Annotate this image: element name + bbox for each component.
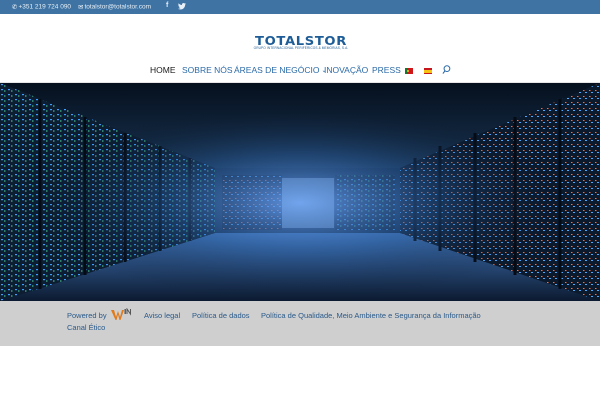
powered-by-label: Powered by bbox=[67, 311, 107, 320]
facebook-icon[interactable]: f bbox=[166, 2, 168, 9]
nav-areas-label: ÁREAS DE NEGÓCIO bbox=[234, 65, 320, 75]
top-bar: ✆+351 219 724 090 ✉totalstor@totalstor.c… bbox=[0, 0, 600, 14]
data-center-illustration bbox=[0, 83, 600, 301]
footer-link-politica-de-qualidade[interactable]: Política de Qualidade, Meio Ambiente e S… bbox=[261, 311, 481, 320]
nav-press[interactable]: PRESS bbox=[372, 65, 401, 75]
search-icon[interactable] bbox=[442, 65, 451, 75]
logo-subtitle: GRUPO INTERNACIONAL PERIFÉRICOS & MEMÓRI… bbox=[253, 46, 349, 50]
win-logo-icon[interactable] bbox=[111, 308, 133, 321]
footer-link-politica-de-dados[interactable]: Política de dados bbox=[192, 311, 250, 320]
footer-link-canal-etico[interactable]: Canal Ético bbox=[67, 323, 105, 332]
envelope-icon: ✉ bbox=[78, 4, 84, 11]
nav-home[interactable]: HOME bbox=[150, 65, 176, 75]
nav-areas-de-negocio[interactable]: ÁREAS DE NEGÓCIO ⌄ bbox=[234, 65, 327, 75]
nav-press-label: PRESS bbox=[372, 65, 401, 75]
portugal-flag-icon[interactable] bbox=[405, 68, 413, 74]
hero-image bbox=[0, 83, 600, 301]
spain-flag-icon[interactable] bbox=[424, 68, 432, 74]
phone-number[interactable]: ✆+351 219 724 090 bbox=[12, 3, 71, 11]
nav-inovacao[interactable]: INOVAÇÃO bbox=[324, 65, 368, 75]
nav-home-label: HOME bbox=[150, 65, 176, 75]
nav-inovacao-label: INOVAÇÃO bbox=[324, 65, 369, 75]
email-text: totalstor@totalstor.com bbox=[84, 3, 152, 11]
nav-sobre-nos[interactable]: SOBRE NÓS bbox=[182, 65, 233, 75]
phone-text: +351 219 724 090 bbox=[18, 3, 72, 11]
footer-link-aviso-legal[interactable]: Aviso legal bbox=[144, 311, 180, 320]
email-address[interactable]: ✉totalstor@totalstor.com bbox=[78, 3, 151, 11]
phone-icon: ✆ bbox=[12, 4, 18, 11]
totalstor-logo[interactable]: TOTALSTOR GRUPO INTERNACIONAL PERIFÉRICO… bbox=[248, 33, 354, 51]
twitter-icon[interactable] bbox=[178, 2, 186, 11]
site-header: TOTALSTOR GRUPO INTERNACIONAL PERIFÉRICO… bbox=[0, 14, 600, 83]
site-footer: Powered by Aviso legal Política de dados… bbox=[0, 301, 600, 346]
nav-sobre-nos-label: SOBRE NÓS bbox=[182, 65, 233, 75]
